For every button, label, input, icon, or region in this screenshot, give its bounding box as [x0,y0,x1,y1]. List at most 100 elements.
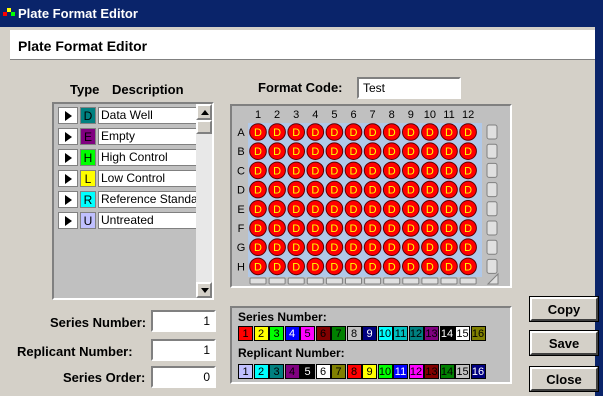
well-code: D [311,242,319,254]
well-code: D [311,261,319,273]
column-header[interactable]: 2 [274,109,280,121]
scroll-down-icon[interactable] [196,282,212,298]
type-description: Untreated [98,212,198,229]
series-number-input[interactable] [151,310,216,332]
legend-swatch: 5 [300,326,315,341]
row-header[interactable]: E [237,204,244,216]
column-header[interactable]: 1 [255,109,261,121]
select-all-button[interactable] [486,272,499,285]
well-code: D [426,223,434,235]
list-item[interactable]: H High Control [58,148,198,167]
legend-swatch: 3 [269,364,284,379]
column-select-button[interactable] [345,277,362,285]
row-header[interactable]: D [237,185,245,197]
scroll-thumb[interactable] [196,120,212,134]
expand-arrow-icon[interactable] [58,107,78,124]
save-button[interactable]: Save [529,330,599,356]
row-header[interactable]: A [237,127,245,139]
list-scrollbar[interactable] [196,104,212,298]
list-item[interactable]: L Low Control [58,169,198,188]
format-code-input[interactable] [357,77,461,99]
legend-swatch: 2 [253,364,269,379]
well-code: D [292,127,300,139]
well-code: D [292,204,300,216]
column-header[interactable]: 6 [350,109,356,121]
copy-button[interactable]: Copy [529,296,599,322]
legend-swatch: 8 [346,364,362,379]
column-header[interactable]: 11 [443,109,454,121]
row-select-button[interactable] [486,143,498,159]
row-select-button[interactable] [486,201,498,217]
series-order-input[interactable] [151,366,216,388]
legend-swatch: 10 [377,326,393,341]
row-select-button[interactable] [486,239,498,255]
column-header[interactable]: 4 [312,109,318,121]
column-header[interactable]: 12 [462,109,474,121]
column-select-button[interactable] [440,277,458,285]
well-code: D [350,242,358,254]
row-header[interactable]: G [237,242,246,254]
close-button[interactable]: Close [529,366,599,392]
row-select-button[interactable] [486,220,498,236]
row-select-button[interactable] [486,258,498,274]
expand-arrow-icon[interactable] [58,128,78,145]
page-title: Plate Format Editor [18,38,148,54]
type-description: Reference Standar [98,191,198,208]
list-item[interactable]: E Empty [58,127,198,146]
column-select-button[interactable] [325,277,343,285]
legend-swatch: 16 [470,326,486,341]
well-code: D [254,185,262,197]
well-code: D [445,165,453,177]
column-select-button[interactable] [402,277,420,285]
well-code: D [426,127,434,139]
column-select-button[interactable] [421,277,439,285]
column-header[interactable]: 7 [370,109,376,121]
list-item[interactable]: R Reference Standar [58,190,198,209]
legend-swatch: 16 [470,364,486,379]
column-select-button[interactable] [306,277,324,285]
column-select-button[interactable] [459,277,477,285]
column-select-button[interactable] [249,277,267,285]
list-item[interactable]: D Data Well [58,106,198,125]
replicant-number-input[interactable] [151,339,216,361]
legend-swatch: 11 [393,364,408,379]
column-select-button[interactable] [383,277,401,285]
well-code: D [350,185,358,197]
legend-swatch: 13 [424,364,439,379]
expand-arrow-icon[interactable] [58,191,78,208]
column-header[interactable]: 3 [293,109,299,121]
well-code: D [388,165,396,177]
well-code: D [311,127,319,139]
legend-swatch: 12 [408,326,424,341]
column-header[interactable]: 9 [408,109,414,121]
column-header[interactable]: 5 [331,109,337,121]
plate-grid[interactable]: 1 2 3 4 5 6 7 8 9 10 11 12 A D D D D D D D D D D D D B D D D D D D D D D D D… [230,104,512,288]
row-header[interactable]: B [237,146,244,158]
well-code: D [350,261,358,273]
expand-arrow-icon[interactable] [58,212,78,229]
column-select-button[interactable] [268,277,286,285]
well-code: D [407,165,415,177]
plate-svg[interactable]: 1 2 3 4 5 6 7 8 9 10 11 12A D D D D D D D D D D D DB D D D D D D D D D D D… [232,106,510,286]
legend-swatch: 3 [269,326,284,341]
replicant-legend-label: Replicant Number: [238,346,345,360]
well-code: D [254,261,262,273]
legend-swatch: 11 [393,326,408,341]
row-select-button[interactable] [486,162,498,178]
scroll-up-icon[interactable] [196,104,212,120]
column-header[interactable]: 10 [424,109,436,121]
expand-arrow-icon[interactable] [58,149,78,166]
well-code: D [311,204,319,216]
row-header[interactable]: C [237,165,245,177]
well-type-list[interactable]: D Data Well E Empty H High Control L Low Contro… [52,102,214,300]
expand-arrow-icon[interactable] [58,170,78,187]
well-code: D [369,204,377,216]
column-select-button[interactable] [364,277,382,285]
row-select-button[interactable] [486,124,498,140]
list-item[interactable]: U Untreated [58,211,198,230]
row-header[interactable]: F [238,223,245,235]
row-select-button[interactable] [486,182,498,198]
column-select-button[interactable] [287,277,305,285]
row-header[interactable]: H [237,261,245,273]
column-header[interactable]: 8 [389,109,395,121]
